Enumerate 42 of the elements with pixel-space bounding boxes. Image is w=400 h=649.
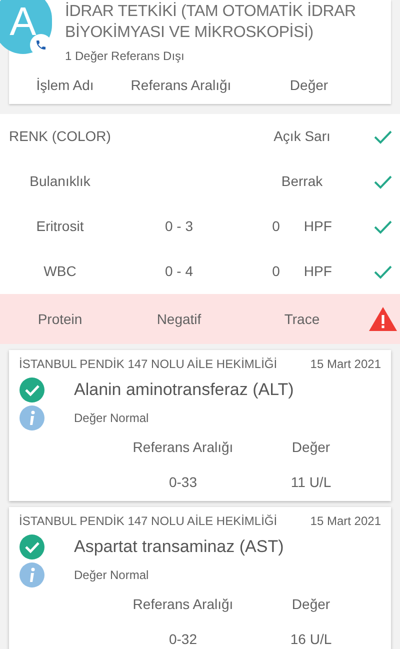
status-text: Değer Normal bbox=[74, 567, 149, 584]
test-title: Aspartat transaminaz (AST) bbox=[74, 536, 284, 558]
test-name: Eritrosit bbox=[35, 217, 85, 236]
test-value: Açık Sarı bbox=[274, 127, 330, 146]
test-name: RENK (COLOR) bbox=[8, 127, 112, 146]
test-value: 16 U/L bbox=[289, 630, 333, 649]
result-card[interactable]: İSTANBUL PENDİK 147 NOLU AİLE HEKİMLİĞİ 15 Mart 2021 Alanin aminotransferaz (ALT) Değer Normal Referans Aralığı Değer 0-33 11 U/L bbox=[9, 350, 391, 501]
test-value: Trace bbox=[284, 310, 320, 328]
test-name: Protein bbox=[36, 310, 84, 328]
reference-range: 0 - 3 bbox=[164, 217, 194, 236]
test-unit: HPF bbox=[304, 262, 332, 281]
reference-range: 0 - 4 bbox=[164, 262, 194, 281]
info-icon bbox=[19, 562, 45, 588]
facility-name: İSTANBUL PENDİK 147 NOLU AİLE HEKİMLİĞİ bbox=[19, 513, 278, 530]
column-header: Referans Aralığı bbox=[132, 438, 234, 457]
status-text: Değer Normal bbox=[74, 410, 149, 427]
reference-range: Negatif bbox=[156, 310, 202, 329]
test-name: Bulanıklık bbox=[28, 172, 92, 191]
facility-name: İSTANBUL PENDİK 147 NOLU AİLE HEKİMLİĞİ bbox=[19, 356, 278, 373]
avatar-letter: A bbox=[10, 2, 36, 42]
reference-range: 0-33 bbox=[168, 473, 198, 492]
test-value: 11 U/L bbox=[290, 473, 332, 492]
info-icon bbox=[19, 405, 45, 431]
panel-title: İDRAR TETKİKİ (TAM OTOMATİK İDRAR BİYOKİMYASI VE MİKROSKOPİSİ) bbox=[65, 1, 357, 43]
result-card[interactable]: İSTANBUL PENDİK 147 NOLU AİLE HEKİMLİĞİ 15 Mart 2021 Aspartat transaminaz (AST) Değer Normal Referans Aralığı Değer 0-32 16 U/L bbox=[9, 507, 391, 649]
panel-subtitle: 1 Değer Referans Dışı bbox=[65, 48, 186, 65]
result-date: 15 Mart 2021 bbox=[310, 513, 381, 530]
test-unit: HPF bbox=[304, 217, 332, 236]
test-name: WBC bbox=[42, 262, 78, 281]
column-header: Değer bbox=[290, 595, 332, 614]
result-date: 15 Mart 2021 bbox=[310, 356, 381, 373]
test-title: Alanin aminotransferaz (ALT) bbox=[74, 379, 294, 402]
column-header: Referans Aralığı bbox=[132, 595, 234, 614]
phone-icon bbox=[35, 39, 47, 51]
column-header: Değer bbox=[290, 438, 332, 457]
test-value: Berrak bbox=[281, 172, 323, 191]
test-value: 0 bbox=[272, 217, 280, 236]
column-header: İşlem Adı bbox=[35, 76, 95, 95]
column-header: Değer bbox=[288, 76, 330, 95]
test-value: 0 bbox=[272, 262, 280, 281]
reference-range: 0-32 bbox=[168, 630, 198, 649]
column-header: Referans Aralığı bbox=[130, 76, 232, 95]
